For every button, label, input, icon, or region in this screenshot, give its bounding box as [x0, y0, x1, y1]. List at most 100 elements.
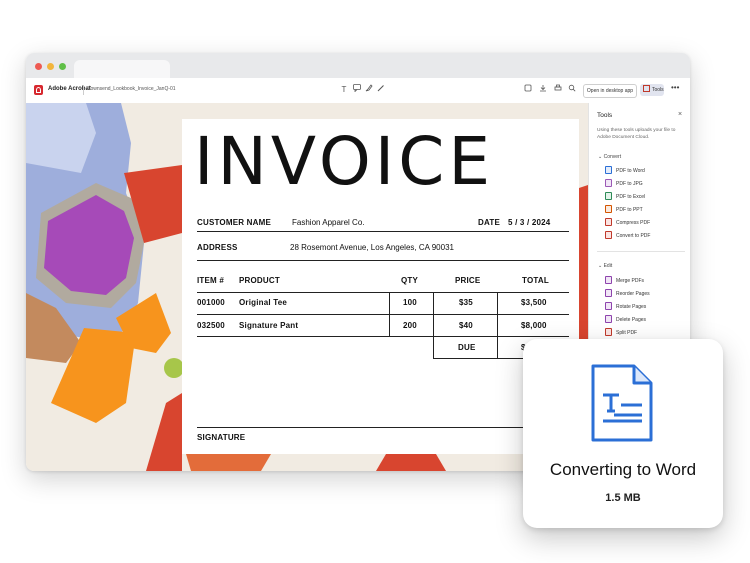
comment-icon[interactable]: [352, 84, 362, 96]
maximize-window-button[interactable]: [59, 63, 66, 70]
tool-label: PDF to PPT: [616, 207, 643, 213]
tool-pdf-to-word[interactable]: PDF to Word: [605, 166, 685, 176]
table-row-line: [197, 314, 569, 315]
convert-section-label: Convert: [603, 154, 622, 160]
tool-label: Convert to PDF: [616, 233, 651, 239]
split-pdf-icon: [605, 328, 612, 336]
row-qty: 200: [403, 321, 417, 330]
highlight-icon[interactable]: [364, 84, 374, 96]
tool-label: Split PDF: [616, 330, 638, 336]
row-total: $3,500: [521, 298, 547, 307]
table-column-line: [433, 292, 434, 358]
acrobat-logo-icon: [34, 85, 43, 95]
price-column-header: PRICE: [455, 276, 481, 285]
toolbar-divider: [83, 85, 84, 95]
open-in-desktop-button[interactable]: Open in desktop app: [583, 84, 637, 98]
tool-label: Rotate Pages: [616, 304, 647, 310]
delete-pages-icon: [605, 315, 612, 323]
pdf-to-ppt-icon: [605, 205, 612, 213]
due-label: DUE: [458, 343, 476, 352]
conversion-status-card: Converting to Word 1.5 MB: [523, 339, 723, 528]
tool-rotate-pages[interactable]: Rotate Pages: [605, 302, 685, 312]
document-canvas: INVOICE CUSTOMER NAME Fashion Apparel Co…: [26, 103, 588, 471]
row-price: $40: [459, 321, 473, 330]
pdf-to-excel-icon: [605, 192, 612, 200]
reorder-pages-icon: [605, 289, 612, 297]
browser-titlebar: [26, 53, 690, 78]
tool-label: Compress PDF: [616, 220, 651, 226]
row-item-number: 032500: [197, 321, 225, 330]
tools-grid-icon: [643, 85, 650, 92]
row-product: Signature Pant: [239, 321, 299, 330]
conversion-status-title: Converting to Word: [549, 460, 697, 479]
text-tool-icon[interactable]: T: [339, 84, 349, 96]
minimize-window-button[interactable]: [47, 63, 54, 70]
rotate-pages-icon: [605, 302, 612, 310]
signature-label: SIGNATURE: [197, 433, 246, 442]
row-total: $8,000: [521, 321, 547, 330]
table-row-line: [197, 336, 569, 337]
tools-button[interactable]: Tools: [640, 84, 664, 96]
table-top-line: [197, 292, 569, 293]
tool-convert-to-pdf[interactable]: Convert to PDF: [605, 231, 685, 241]
close-window-button[interactable]: [35, 63, 42, 70]
merge-pdfs-icon: [605, 276, 612, 284]
tool-pdf-to-ppt[interactable]: PDF to PPT: [605, 205, 685, 215]
tool-label: PDF to Word: [616, 168, 645, 174]
item-column-header: ITEM #: [197, 276, 224, 285]
qty-column-header: QTY: [401, 276, 419, 285]
address-value: 28 Rosemont Avenue, Los Angeles, CA 9003…: [290, 243, 454, 252]
tool-split-pdf[interactable]: Split PDF: [605, 328, 685, 338]
pdf-to-word-icon: [605, 166, 612, 174]
file-size-label: 1.5 MB: [605, 492, 641, 504]
tools-panel-title: Tools: [597, 112, 613, 119]
draw-icon[interactable]: [376, 84, 386, 96]
compress-pdf-icon: [605, 218, 612, 226]
date-label: DATE: [478, 218, 500, 227]
tools-button-label: Tools: [652, 87, 664, 93]
divider-line: [197, 231, 569, 232]
address-label: ADDRESS: [197, 243, 238, 252]
date-value: 5 / 3 / 2024: [508, 218, 551, 227]
customer-name-value: Fashion Apparel Co.: [292, 218, 365, 227]
tool-label: PDF to JPG: [616, 181, 643, 187]
document-filename: Townsend_Lookbook_Invoice_JanQ-01: [88, 86, 176, 92]
signature-line: [197, 427, 569, 428]
edit-section-label: Edit: [603, 263, 613, 269]
tool-label: Merge PDFs: [616, 278, 645, 284]
customer-name-label: CUSTOMER NAME: [197, 218, 272, 227]
word-document-icon: [591, 364, 653, 442]
tool-reorder-pages[interactable]: Reorder Pages: [605, 289, 685, 299]
convert-to-pdf-icon: [605, 231, 612, 239]
tool-pdf-to-excel[interactable]: PDF to Excel: [605, 192, 685, 202]
tool-label: Delete Pages: [616, 317, 647, 323]
print-icon[interactable]: [553, 84, 563, 96]
acrobat-toolbar: Adobe Acrobat Townsend_Lookbook_Invoice_…: [26, 78, 690, 104]
row-qty: 100: [403, 298, 417, 307]
browser-tab[interactable]: [74, 60, 170, 78]
search-icon[interactable]: [567, 84, 577, 96]
pdf-to-jpg-icon: [605, 179, 612, 187]
tool-pdf-to-jpg[interactable]: PDF to JPG: [605, 179, 685, 189]
invoice-document: INVOICE CUSTOMER NAME Fashion Apparel Co…: [182, 119, 579, 454]
share-icon[interactable]: [523, 84, 533, 96]
table-column-line: [497, 292, 498, 358]
row-price: $35: [459, 298, 473, 307]
convert-section-header[interactable]: ⌄ Convert: [598, 154, 621, 160]
edit-section-header[interactable]: ⌄ Edit: [598, 263, 612, 269]
download-icon[interactable]: [538, 84, 548, 96]
row-item-number: 001000: [197, 298, 225, 307]
product-column-header: PRODUCT: [239, 276, 280, 285]
tools-panel-note: Using these tools uploads your file to A…: [597, 128, 676, 140]
tool-merge-pdfs[interactable]: Merge PDFs: [605, 276, 685, 286]
tool-compress-pdf[interactable]: Compress PDF: [605, 218, 685, 228]
app-name: Adobe Acrobat: [48, 86, 91, 92]
tool-label: Reorder Pages: [616, 291, 650, 297]
section-divider: [597, 251, 685, 252]
total-column-header: TOTAL: [522, 276, 549, 285]
tool-delete-pages[interactable]: Delete Pages: [605, 315, 685, 325]
more-options-icon[interactable]: •••: [671, 83, 679, 92]
row-product: Original Tee: [239, 298, 288, 307]
close-panel-icon[interactable]: ×: [678, 111, 682, 118]
divider-line: [197, 260, 569, 261]
